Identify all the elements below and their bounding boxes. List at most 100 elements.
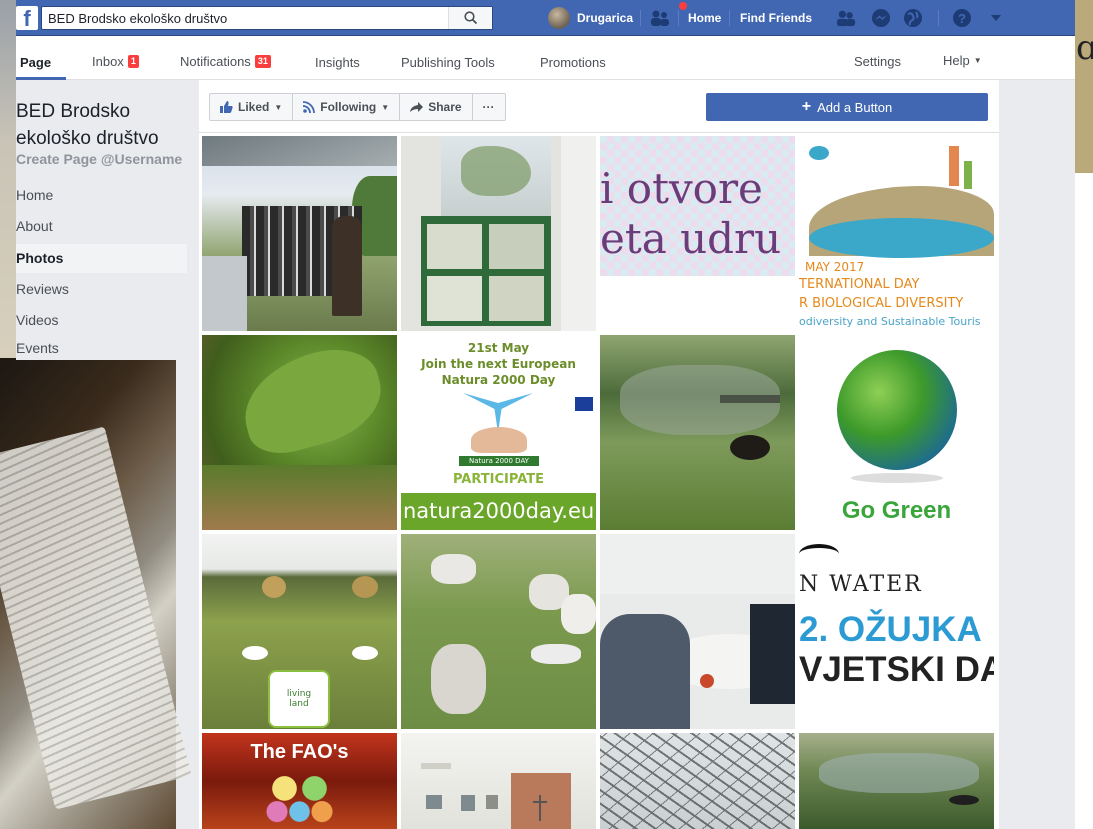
photo-text: VJETSKI DA [799, 650, 994, 689]
tab-page-label: Page [20, 55, 52, 70]
globe-notifications-icon[interactable] [903, 8, 923, 28]
create-username-link[interactable]: Create Page @Username [16, 151, 182, 167]
tab-inbox[interactable]: Inbox 1 [92, 54, 139, 69]
photo-tile[interactable] [600, 534, 795, 729]
photo-text: eta udru [600, 214, 782, 263]
search-input[interactable] [48, 10, 428, 27]
search-button[interactable] [448, 7, 492, 29]
share-label: Share [428, 100, 462, 114]
photo-text: Natura 2000 DAY [459, 456, 539, 466]
top-bar: f Drugarica Home Find Friends [16, 0, 1075, 36]
photo-text: PARTICIPATE [452, 472, 545, 487]
avatar [548, 7, 570, 29]
background-photo [0, 358, 192, 829]
sidebar-item-videos[interactable]: Videos [16, 306, 187, 335]
background-strip-right [1075, 0, 1093, 173]
photo-text: 21st May [467, 341, 530, 355]
help-icon[interactable]: ? [952, 8, 972, 28]
chevron-down-icon: ▼ [973, 56, 982, 65]
friends-icon[interactable] [836, 8, 856, 28]
photo-tile[interactable]: i otvore eta udru [600, 136, 795, 331]
find-friends-link[interactable]: Find Friends [740, 11, 812, 25]
notification-dot [679, 2, 687, 10]
photo-tile[interactable]: The FAO's [202, 733, 397, 829]
more-button[interactable]: ··· [473, 94, 505, 120]
share-arrow-icon [410, 101, 424, 112]
sidebar-item-about[interactable]: About [16, 212, 187, 241]
sidebar-item-photos[interactable]: Photos [16, 244, 187, 273]
photo-tile[interactable] [202, 335, 397, 530]
tab-promotions-label: Promotions [540, 55, 606, 70]
photo-text: Natura 2000 Day [441, 373, 556, 387]
tab-help-label: Help [943, 53, 970, 68]
tab-settings[interactable]: Settings [854, 54, 901, 69]
sidebar-item-events[interactable]: Events [16, 337, 187, 359]
tab-promotions[interactable]: Promotions [540, 55, 606, 70]
share-button[interactable]: Share [400, 94, 473, 120]
messenger-icon[interactable] [871, 8, 891, 28]
tab-insights-label: Insights [315, 55, 360, 70]
add-a-button[interactable]: + Add a Button [706, 93, 988, 121]
photo-text: R BIOLOGICAL DIVERSITY [799, 296, 964, 311]
tab-page[interactable]: Page [20, 55, 51, 70]
photo-text: The FAO's [250, 741, 349, 763]
background-strip-left [0, 0, 16, 360]
photo-tile[interactable]: MAY 2017 TERNATIONAL DAY R BIOLOGICAL DI… [799, 136, 994, 331]
photo-text: 2. OŽUJKA [799, 610, 982, 649]
photo-text: MAY 2017 [805, 260, 865, 274]
following-label: Following [320, 100, 377, 114]
photo-text: odiversity and Sustainable Touris [799, 315, 981, 328]
photo-text: natura2000day.eu [403, 499, 595, 523]
following-button[interactable]: Following ▼ [293, 94, 401, 120]
photo-text: TERNATIONAL DAY [799, 277, 920, 292]
living-land-logo: living land [286, 689, 312, 709]
left-sidebar: BED Brodsko ekološko društvo Create Page… [16, 80, 198, 360]
home-link[interactable]: Home [688, 11, 721, 25]
liked-button[interactable]: Liked ▼ [210, 94, 294, 120]
chevron-down-icon: ▼ [381, 102, 390, 112]
page-title[interactable]: BED Brodsko ekološko društvo [16, 98, 196, 152]
background-strip-right-lower [1075, 173, 1093, 829]
tab-inbox-label: Inbox [92, 54, 124, 69]
tab-publishing-tools-label: Publishing Tools [401, 55, 495, 70]
photo-tile[interactable] [401, 534, 596, 729]
liked-label: Liked [238, 100, 270, 114]
search-box [41, 6, 493, 30]
sidebar-item-reviews[interactable]: Reviews [16, 275, 187, 304]
photo-text: N WATER [799, 572, 923, 597]
plus-icon: + [801, 98, 812, 115]
inbox-count-badge: 1 [127, 55, 139, 68]
photo-text: i otvore [600, 164, 763, 213]
photo-tile[interactable]: N WATER 2. OŽUJKA VJETSKI DA [799, 534, 994, 729]
tab-publishing-tools[interactable]: Publishing Tools [401, 55, 495, 70]
search-icon [463, 11, 477, 25]
photo-caption: Go Green [841, 497, 952, 524]
photo-tile[interactable] [799, 733, 994, 829]
photo-tile[interactable]: 21st May Join the next European Natura 2… [401, 335, 596, 530]
tab-notifications-label: Notifications [180, 54, 251, 69]
sidebar-item-home[interactable]: Home [16, 181, 187, 210]
photo-text: Join the next European [421, 357, 576, 371]
page-action-bar: Liked ▼ Following ▼ Share ··· [209, 93, 506, 121]
tab-help[interactable]: Help ▼ [943, 53, 982, 68]
photo-tile[interactable] [600, 733, 795, 829]
photo-tile[interactable] [401, 733, 596, 829]
background-letter: ɑ [1076, 28, 1093, 68]
tab-insights[interactable]: Insights [315, 55, 360, 70]
photo-tile[interactable] [202, 136, 397, 331]
photo-tile[interactable]: Go Green [799, 335, 994, 530]
rss-icon [303, 101, 316, 113]
profile-name: Drugarica [577, 11, 634, 25]
svg-text:?: ? [958, 11, 966, 26]
profile-link[interactable]: Drugarica [548, 7, 633, 29]
facebook-logo-icon[interactable]: f [16, 6, 38, 31]
photo-tile[interactable] [401, 136, 596, 331]
add-a-button-label: Add a Button [817, 99, 893, 115]
photo-tile[interactable]: living land [202, 534, 397, 729]
tab-settings-label: Settings [854, 54, 901, 69]
chevron-down-icon: ▼ [274, 102, 283, 112]
photo-tile[interactable] [600, 335, 795, 530]
account-menu-caret-icon[interactable] [986, 8, 1006, 28]
tab-notifications[interactable]: Notifications 31 [180, 54, 271, 69]
friend-requests-icon[interactable] [650, 8, 670, 28]
